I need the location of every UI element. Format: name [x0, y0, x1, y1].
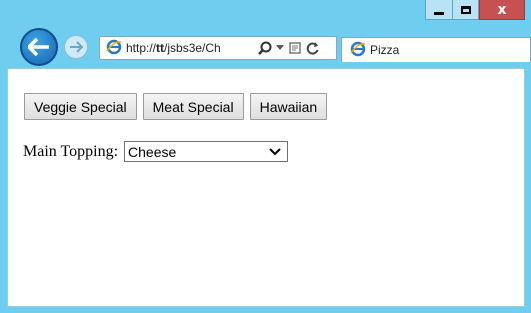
topping-selected-value: Cheese: [128, 143, 177, 160]
compatibility-view-icon[interactable]: [288, 41, 302, 55]
maximize-icon: [460, 5, 471, 14]
page-content: Veggie Special Meat Special Hawaiian Mai…: [7, 68, 525, 307]
back-arrow-icon: [28, 38, 49, 56]
search-icon[interactable]: [258, 41, 272, 55]
chevron-down-icon: [269, 147, 281, 155]
ie-logo-icon: [106, 39, 122, 58]
topping-row: Main Topping: Cheese: [23, 141, 289, 162]
topping-label: Main Topping:: [23, 142, 119, 160]
minimize-icon: [434, 12, 444, 15]
refresh-icon[interactable]: [306, 41, 320, 55]
special-buttons: Veggie Special Meat Special Hawaiian: [24, 93, 328, 120]
dropdown-arrow-icon[interactable]: [276, 45, 284, 51]
veggie-special-button[interactable]: Veggie Special: [24, 93, 137, 120]
close-icon: x: [497, 1, 507, 18]
hawaiian-button[interactable]: Hawaiian: [249, 93, 328, 120]
back-button[interactable]: [20, 28, 58, 66]
address-bar[interactable]: http://tt/jsbs3e/Ch: [99, 36, 337, 60]
close-button[interactable]: x: [479, 0, 525, 20]
tab-pizza[interactable]: Pizza: [341, 37, 531, 62]
browser-window: x http://tt/jsbs3e/Ch Pizza Veggie Speci…: [0, 0, 531, 313]
minimize-button[interactable]: [425, 0, 452, 20]
ie-logo-icon: [350, 41, 366, 60]
tab-title: Pizza: [370, 43, 400, 57]
window-controls: x: [425, 0, 525, 22]
forward-arrow-icon: [70, 41, 83, 53]
address-url: http://tt/jsbs3e/Ch: [126, 41, 221, 55]
meat-special-button[interactable]: Meat Special: [142, 93, 244, 120]
maximize-button[interactable]: [452, 0, 479, 20]
topping-select[interactable]: Cheese: [124, 141, 289, 162]
forward-button[interactable]: [64, 35, 88, 59]
